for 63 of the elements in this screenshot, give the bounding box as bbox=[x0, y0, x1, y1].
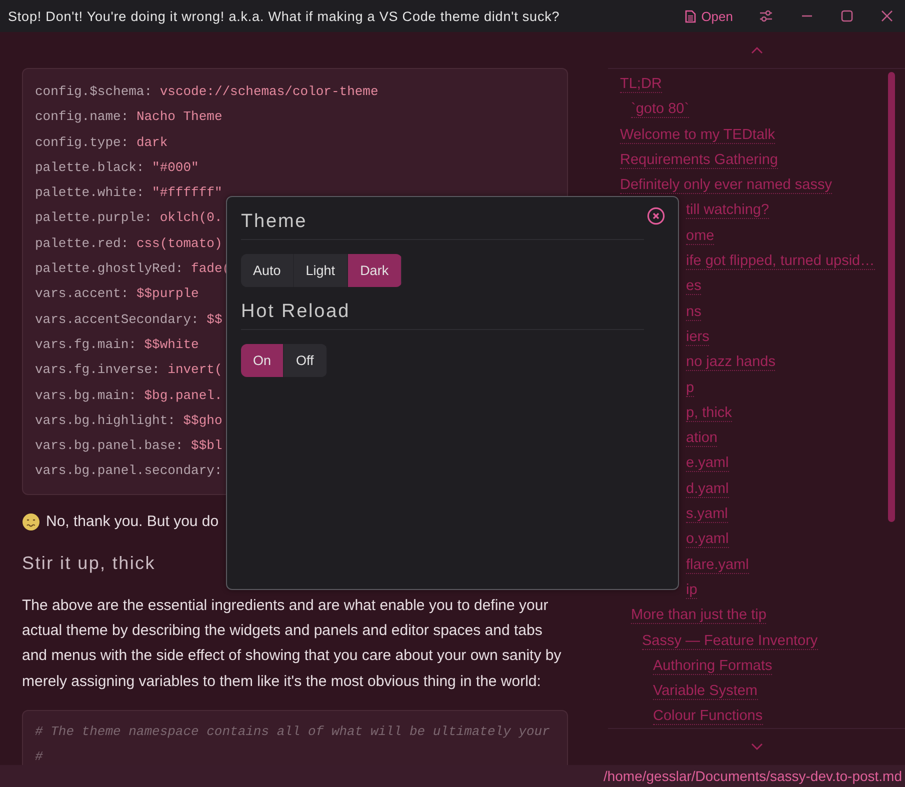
code-line: palette.red: css(tomato) bbox=[35, 234, 222, 253]
open-button[interactable]: Open bbox=[681, 6, 737, 26]
toc-link[interactable]: Requirements Gathering bbox=[620, 152, 778, 169]
toc-link[interactable]: ation bbox=[686, 430, 718, 448]
code-line: palette.white: "#ffffff" bbox=[35, 184, 222, 202]
toc-link[interactable]: Sassy — Feature Inventory bbox=[642, 632, 818, 650]
code-line: config.name: Nacho Theme bbox=[35, 108, 222, 126]
toc-link[interactable]: Welcome to my TEDtalk bbox=[620, 126, 775, 144]
close-icon[interactable] bbox=[881, 10, 893, 22]
toc-link[interactable]: e.yaml bbox=[686, 455, 729, 472]
code-line: vars.bg.main: $bg.panel. bbox=[35, 386, 222, 405]
chevron-up-icon[interactable] bbox=[750, 46, 762, 54]
code-line: vars.bg.panel.secondary: bbox=[35, 462, 222, 480]
document-icon bbox=[685, 10, 696, 22]
toc-link[interactable]: Authoring Formats bbox=[653, 658, 772, 675]
toc-link[interactable]: iers bbox=[686, 328, 710, 346]
toc-link[interactable]: p bbox=[686, 380, 694, 397]
code-line: palette.purple: oklch(0. bbox=[35, 209, 222, 228]
section-title: Theme bbox=[241, 211, 644, 240]
close-icon[interactable] bbox=[647, 207, 665, 225]
maximize-icon[interactable] bbox=[841, 10, 853, 22]
file-path: /home/gesslar/Documents/sassy-dev.to-post.md bbox=[603, 768, 902, 784]
code-line: palette.black: "#000" bbox=[35, 158, 199, 177]
section-heading: Stir it up, thick bbox=[22, 552, 156, 574]
toc-link[interactable]: s.yaml bbox=[686, 506, 728, 524]
toc-link[interactable]: `goto 80` bbox=[631, 101, 690, 118]
segment-option[interactable]: Dark bbox=[348, 254, 402, 287]
toc-link[interactable]: es bbox=[686, 278, 702, 296]
toc-link[interactable]: no jazz hands bbox=[686, 354, 776, 372]
window-title: Stop! Don't! You're doing it wrong! a.k.a. What if making a VS Code theme didn't suck? bbox=[8, 8, 561, 24]
toc-link[interactable]: ife got flipped, turned upsid… bbox=[686, 253, 875, 270]
toc-link[interactable]: More than just the tip bbox=[631, 607, 766, 624]
toc-link[interactable]: Definitely only ever named sassy bbox=[620, 177, 832, 194]
toc-link[interactable]: ns bbox=[686, 304, 702, 321]
body-text: No, thank you. But you do bbox=[46, 513, 219, 530]
toc-link[interactable]: Variable System bbox=[653, 683, 758, 700]
code-line: palette.ghostlyRed: fade( bbox=[35, 260, 230, 278]
toc-link[interactable]: till watching? bbox=[686, 202, 770, 220]
section-title: Hot Reload bbox=[241, 301, 644, 330]
segment-option[interactable]: On bbox=[241, 344, 284, 377]
scrollbar-thumb[interactable] bbox=[888, 72, 895, 522]
settings-icon[interactable] bbox=[759, 10, 773, 22]
code-line: vars.accent: $$purple bbox=[35, 285, 199, 304]
body-paragraph: The above are the essential ingredients and are what enable you to define your actual theme by describing the widgets and panels and editor spaces and tabs and menus with the side effect of showing that you care about your own sanity by merely assigning variables to them like it's the most obvious thing in the world: bbox=[22, 596, 562, 692]
code-line: vars.accentSecondary: $$ bbox=[35, 310, 222, 329]
toc-link[interactable]: d.yaml bbox=[686, 480, 729, 498]
toc-link[interactable]: o.yaml bbox=[686, 531, 729, 548]
chevron-down-icon[interactable] bbox=[750, 743, 762, 751]
code-comment: # bbox=[35, 748, 43, 765]
code-line: vars.fg.main: $$white bbox=[35, 336, 199, 354]
code-line: vars.bg.highlight: $$gho bbox=[35, 412, 222, 430]
toc-link[interactable]: TL;DR bbox=[620, 76, 662, 93]
toc-link[interactable]: p, thick bbox=[686, 404, 732, 422]
code-line: vars.fg.inverse: invert( bbox=[35, 361, 222, 380]
toc-link[interactable]: ome bbox=[686, 228, 714, 245]
emoji-icon bbox=[22, 512, 40, 531]
code-line: vars.bg.panel.base: $$bl bbox=[35, 437, 222, 456]
code-comment: # The theme namespace contains all of what will be ultimately your bbox=[35, 722, 550, 741]
toc-link[interactable]: ip bbox=[686, 582, 698, 599]
code-line: config.type: dark bbox=[35, 134, 168, 152]
toc-link[interactable]: flare.yaml bbox=[686, 556, 749, 574]
toc-link[interactable]: Colour Functions bbox=[653, 708, 763, 726]
code-line: config.$schema: vscode://schemas/color-theme bbox=[35, 83, 378, 101]
